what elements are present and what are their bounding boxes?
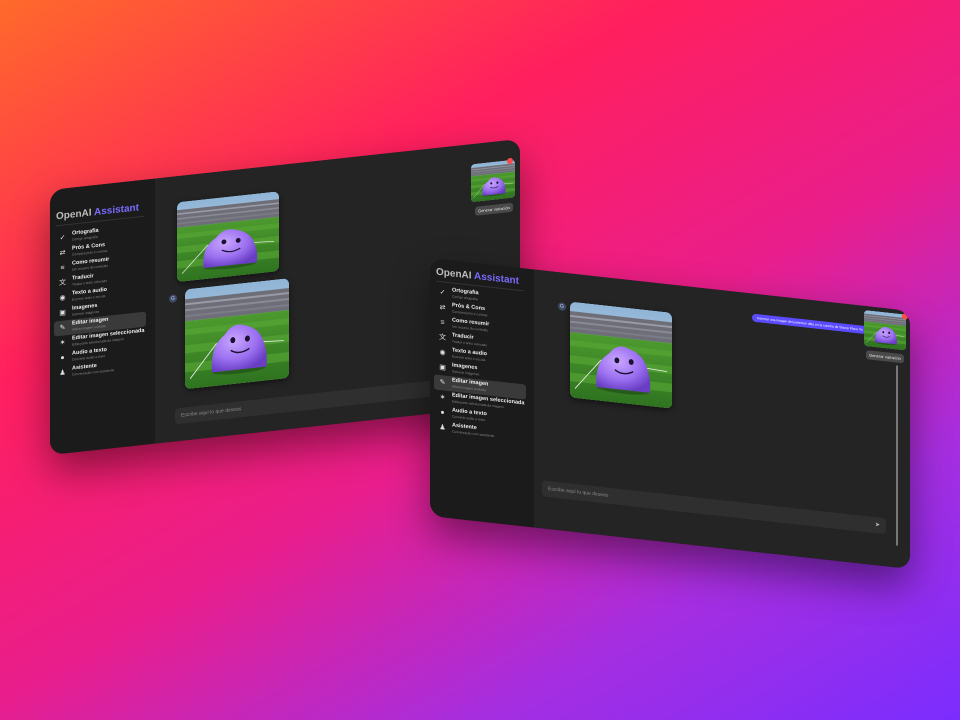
message-input[interactable] xyxy=(548,484,824,525)
spellcheck-icon: ✓ xyxy=(59,234,66,242)
brand-logo: OpenAI Assistant xyxy=(56,202,139,222)
list-icon: ≡ xyxy=(440,319,445,327)
person-icon: ♟ xyxy=(59,369,66,377)
message-input-bar: ➤ xyxy=(542,480,886,535)
sidebar-nav: ✓ Ortografia Corrige ortografia ⇄ Prós &… xyxy=(54,222,146,382)
image-icon: ▣ xyxy=(59,309,66,318)
generated-image[interactable] xyxy=(570,301,672,409)
sidebar: OpenAI Assistant ✓ Ortografia Corrige or… xyxy=(430,258,530,528)
sidebar-nav: ✓ Ortografia Corrige ortografia ⇄ Prós &… xyxy=(434,284,526,444)
image-thumbnail[interactable] xyxy=(864,309,906,351)
generated-image[interactable] xyxy=(177,191,279,283)
microphone-icon: ◉ xyxy=(59,294,66,302)
compare-icon: ⇄ xyxy=(439,304,446,312)
chat-area: G Generar una imagen del pokemon ditto e… xyxy=(534,269,910,569)
pencil-icon: ✎ xyxy=(439,379,446,387)
translate-icon: 文 xyxy=(439,333,446,342)
brand-suffix: Assistant xyxy=(93,202,139,219)
generated-image[interactable] xyxy=(185,278,289,390)
microphone-icon: ◉ xyxy=(439,349,446,357)
list-icon: ≡ xyxy=(60,264,65,272)
assistant-avatar: G xyxy=(169,294,177,304)
brand-name: OpenAI xyxy=(56,207,92,223)
image-icon: ▣ xyxy=(439,364,446,372)
compare-icon: ⇄ xyxy=(59,249,66,257)
generate-variation-button[interactable]: Generar variación xyxy=(866,350,904,364)
image-thumbnail[interactable] xyxy=(471,159,515,203)
assistant-avatar: G xyxy=(558,302,566,312)
app-window-right: OpenAI Assistant ✓ Ortografia Corrige or… xyxy=(430,258,910,569)
sidebar: OpenAI Assistant ✓ Ortografia Corrige or… xyxy=(50,179,150,455)
chat-icon: ● xyxy=(440,409,445,417)
user-message-bubble: Generar una imagen del pokemon ditto en … xyxy=(752,313,870,335)
person-icon: ♟ xyxy=(439,424,446,432)
send-icon[interactable]: ➤ xyxy=(875,521,880,529)
close-badge-icon[interactable] xyxy=(902,313,908,320)
pencil-icon: ✎ xyxy=(59,324,66,332)
translate-icon: 文 xyxy=(59,279,66,288)
magic-wand-icon: ✶ xyxy=(439,394,446,402)
chat-icon: ● xyxy=(60,354,65,362)
scrollbar[interactable] xyxy=(896,365,898,546)
brand-name: OpenAI xyxy=(436,266,472,282)
spellcheck-icon: ✓ xyxy=(439,289,446,297)
brand-logo: OpenAI Assistant xyxy=(436,267,519,287)
magic-wand-icon: ✶ xyxy=(59,339,66,347)
brand-suffix: Assistant xyxy=(473,270,519,287)
message-input[interactable] xyxy=(181,384,421,421)
generate-variation-button[interactable]: Generar variación xyxy=(475,202,513,216)
